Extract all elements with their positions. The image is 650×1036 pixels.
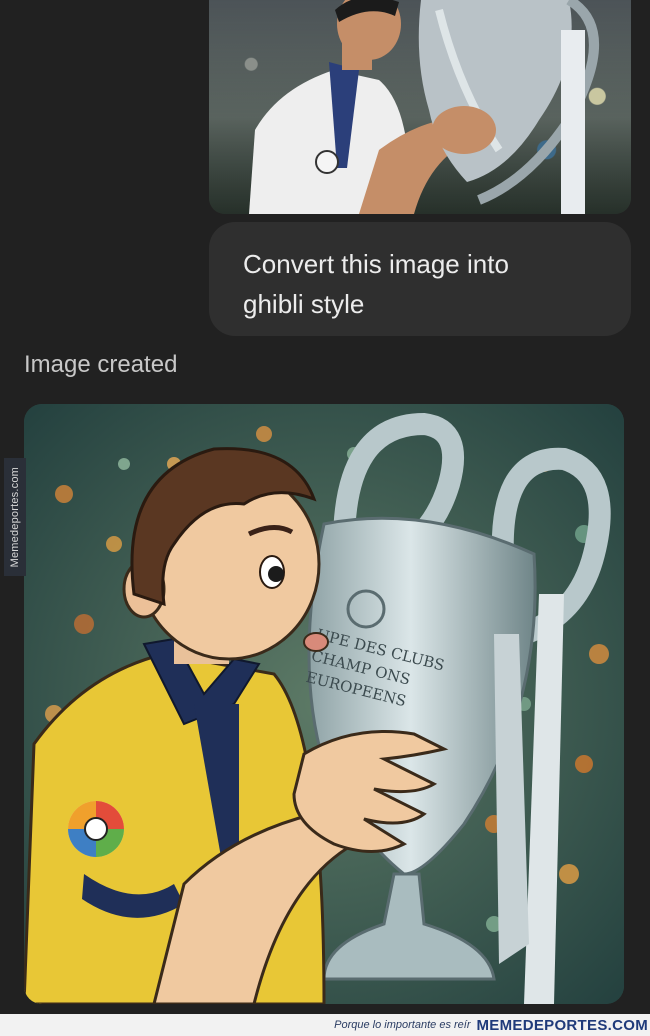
trophy-ribbon xyxy=(561,30,585,214)
footer-watermark: Porque lo importante es reír MEMEDEPORTE… xyxy=(0,1014,650,1036)
star-badge xyxy=(315,150,339,174)
footer-tagline: Porque lo importante es reír xyxy=(334,1019,471,1031)
sent-photo[interactable] xyxy=(209,0,631,214)
generated-image[interactable]: UPE DES CLUBS CHAMP ONS EUROPEENS xyxy=(24,404,624,1004)
side-watermark: Memedeportes.com xyxy=(4,458,26,576)
league-badge xyxy=(68,801,124,857)
user-message-text: Convert this image into ghibli style xyxy=(243,249,509,319)
footer-brand-logo: MEMEDEPORTES.COM xyxy=(476,1016,648,1034)
image-created-label: Image created xyxy=(24,351,178,378)
side-watermark-text: Memedeportes.com xyxy=(9,466,21,568)
user-message-bubble[interactable]: Convert this image into ghibli style xyxy=(209,222,631,336)
